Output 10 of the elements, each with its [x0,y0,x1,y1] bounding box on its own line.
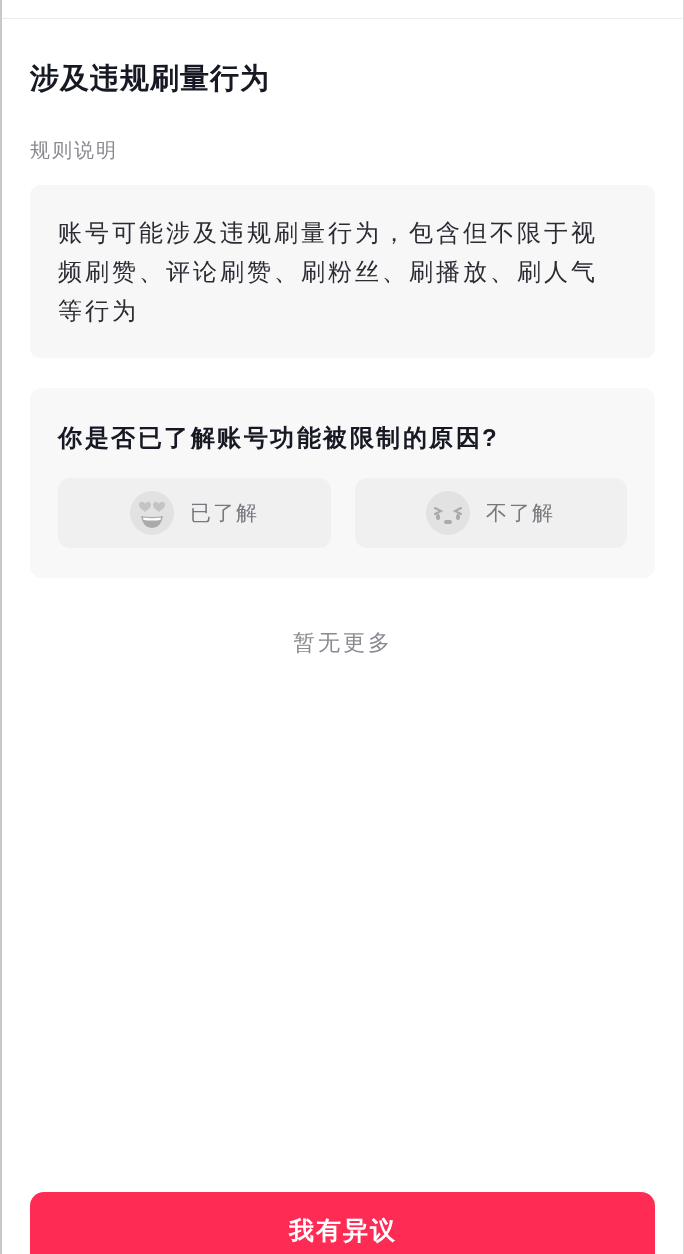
question-text: 你是否已了解账号功能被限制的原因? [58,423,501,453]
appeal-button[interactable]: 我有异议 [30,1192,655,1254]
rule-text: 账号可能涉及违规刷量行为，包含但不限于视频刷赞、评论刷赞、刷粉丝、刷播放、刷人气等行为 [58,218,599,326]
section-label: 规则说明 [30,138,119,163]
end-of-list-text: 暂无更多 [291,629,394,657]
answer-button[interactable]: 已了解 [58,478,331,548]
squinting-face-icon [426,491,471,535]
heart-eyes-face-icon [129,491,174,535]
page-title: 涉及违规刷量行为 [30,61,271,96]
answer-button[interactable]: 不了解 [354,478,627,548]
